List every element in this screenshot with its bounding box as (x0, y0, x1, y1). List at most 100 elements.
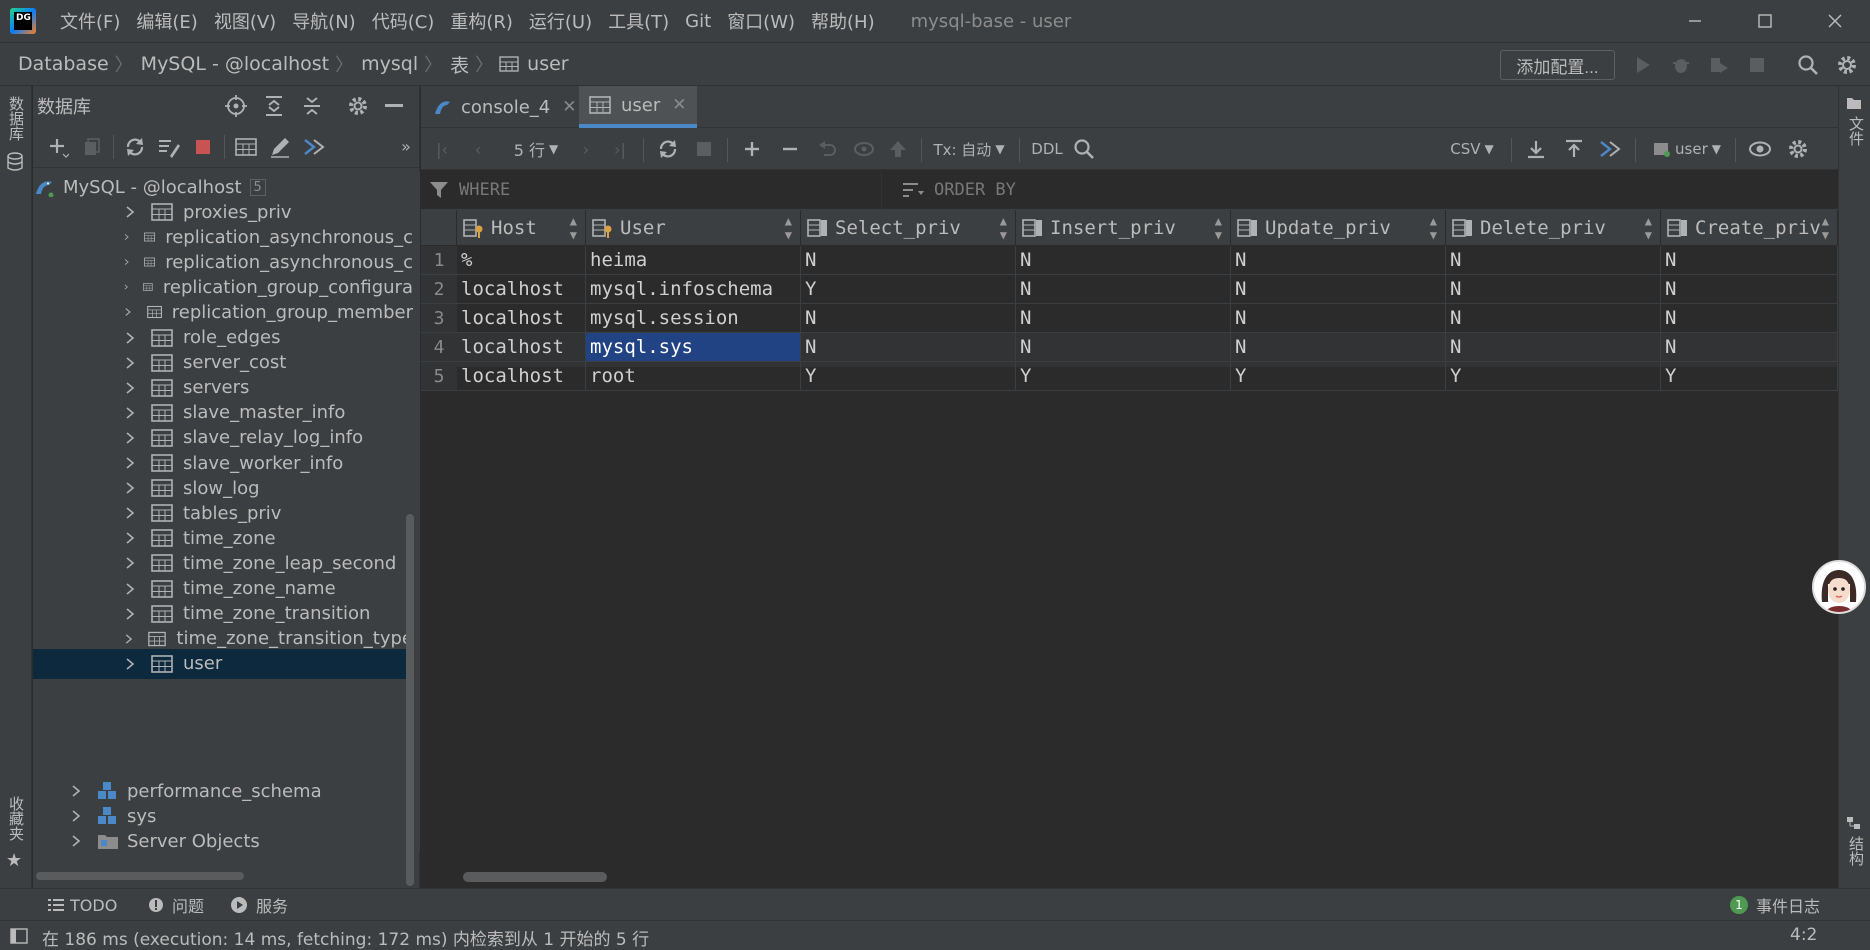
row-number[interactable]: 4 (421, 333, 457, 362)
grid-corner[interactable] (421, 210, 457, 246)
menu-edit[interactable]: 编辑(E) (128, 8, 205, 34)
more-icon[interactable]: » (389, 132, 423, 162)
previous-page-icon[interactable]: ‹ (465, 134, 491, 164)
table-cell[interactable]: N (1016, 304, 1231, 333)
refresh-icon[interactable] (118, 132, 152, 162)
next-page-icon[interactable]: › (573, 134, 599, 164)
database-tool-window-button[interactable]: 数据库 (6, 96, 27, 172)
stop-icon[interactable] (1744, 53, 1770, 77)
copy-icon[interactable] (75, 132, 109, 162)
services-tab[interactable]: 服务 (230, 893, 288, 917)
table-cell[interactable]: N (1661, 333, 1838, 362)
menu-window[interactable]: 窗口(W) (719, 8, 803, 34)
settings-gear-icon[interactable] (1834, 53, 1860, 77)
menu-refactor[interactable]: 重构(R) (442, 8, 521, 34)
column-header[interactable]: User ▲ ▼ (586, 210, 801, 246)
tree-horizontal-scrollbar[interactable] (36, 872, 244, 880)
favorites-tool-window-button[interactable]: 收藏夹 ★ (6, 796, 27, 871)
menu-navigate[interactable]: 导航(N) (284, 8, 364, 34)
close-tab-icon[interactable]: ✕ (672, 95, 686, 115)
column-header[interactable]: Insert_priv ▲ ▼ (1016, 210, 1231, 246)
assistant-avatar[interactable] (1812, 560, 1866, 614)
session-dropdown[interactable]: user ▼ (1645, 134, 1729, 164)
page-size-dropdown[interactable]: 5 行 ▼ (503, 134, 569, 164)
todo-tab[interactable]: TODO (48, 893, 117, 917)
breadcrumb-schema[interactable]: mysql (353, 53, 424, 75)
add-configuration-button[interactable]: 添加配置... (1500, 50, 1615, 80)
maximize-button[interactable] (1730, 0, 1800, 42)
table-cell[interactable]: N (801, 246, 1016, 275)
column-header[interactable]: Delete_priv ▲ ▼ (1446, 210, 1661, 246)
table-cell[interactable]: N (801, 333, 1016, 362)
run-icon[interactable] (1630, 53, 1656, 77)
column-header[interactable]: Update_priv ▲ ▼ (1231, 210, 1446, 246)
table-cell[interactable]: Y (1661, 362, 1838, 391)
table-cell[interactable]: localhost (457, 333, 586, 362)
table-icon[interactable] (229, 132, 263, 162)
files-tool-window-button[interactable]: 文件 (1846, 96, 1867, 151)
table-cell[interactable]: N (1446, 333, 1661, 362)
coverage-icon[interactable] (1706, 53, 1732, 77)
breadcrumb-database[interactable]: Database (0, 53, 115, 75)
table-cell[interactable]: Y (1231, 362, 1446, 391)
breadcrumb-table[interactable]: user (519, 53, 574, 75)
download-icon[interactable] (1521, 134, 1551, 164)
row-number[interactable]: 2 (421, 275, 457, 304)
first-page-icon[interactable]: |‹ (429, 134, 455, 164)
expand-all-icon[interactable] (257, 91, 291, 121)
preview-pending-icon[interactable] (849, 134, 879, 164)
sort-arrows-icon[interactable]: ▲ ▼ (1430, 214, 1437, 242)
last-page-icon[interactable]: ›| (607, 134, 633, 164)
schema-settings-icon[interactable] (152, 132, 186, 162)
table-cell[interactable]: Y (801, 275, 1016, 304)
table-cell[interactable]: localhost (457, 362, 586, 391)
eye-icon[interactable] (1745, 134, 1775, 164)
sort-arrows-icon[interactable]: ▲ ▼ (570, 214, 577, 242)
close-window-button[interactable] (1800, 0, 1870, 42)
revert-icon[interactable] (813, 134, 843, 164)
ddl-button[interactable]: DDL (1029, 134, 1065, 164)
close-tab-icon[interactable]: ✕ (562, 97, 576, 117)
table-cell[interactable]: N (1661, 246, 1838, 275)
breadcrumb-datasource[interactable]: MySQL - @localhost (133, 53, 335, 75)
panel-toggle-icon[interactable] (10, 928, 28, 944)
table-cell[interactable]: N (1231, 246, 1446, 275)
compare-icon[interactable] (1595, 134, 1625, 164)
table-cell[interactable]: N (1446, 304, 1661, 333)
column-header[interactable]: Create_priv ▲ ▼ (1661, 210, 1838, 246)
stop-icon[interactable] (186, 132, 220, 162)
table-cell[interactable]: N (801, 304, 1016, 333)
table-cell[interactable]: N (1446, 275, 1661, 304)
table-cell[interactable]: mysql.session (586, 304, 801, 333)
search-icon[interactable] (1069, 134, 1099, 164)
add-icon[interactable] (41, 132, 75, 162)
stop-icon[interactable] (689, 134, 719, 164)
table-cell[interactable]: Y (1446, 362, 1661, 391)
sort-arrows-icon[interactable]: ▲ ▼ (1000, 214, 1007, 242)
locate-icon[interactable] (219, 91, 253, 121)
problems-tab[interactable]: 问题 (148, 893, 204, 917)
table-cell[interactable]: % (457, 246, 586, 275)
sort-arrows-icon[interactable]: ▲ ▼ (785, 214, 792, 242)
table-cell[interactable]: N (1231, 275, 1446, 304)
tree-node-server-objects[interactable]: Server Objects (33, 826, 413, 852)
grid-horizontal-scrollbar[interactable] (463, 872, 607, 882)
menu-run[interactable]: 运行(U) (521, 8, 600, 34)
menu-code[interactable]: 代码(C) (364, 8, 443, 34)
sort-arrows-icon[interactable]: ▲ ▼ (1822, 214, 1829, 242)
menu-tools[interactable]: 工具(T) (600, 8, 677, 34)
gear-icon[interactable] (1783, 134, 1813, 164)
jump-to-console-icon[interactable] (297, 132, 331, 162)
table-cell[interactable]: N (1231, 333, 1446, 362)
gear-icon[interactable] (341, 91, 375, 121)
hide-panel-icon[interactable] (377, 91, 411, 121)
refresh-icon[interactable] (653, 134, 683, 164)
row-number[interactable]: 5 (421, 362, 457, 391)
table-cell[interactable]: N (1446, 246, 1661, 275)
table-cell[interactable]: Y (801, 362, 1016, 391)
table-cell[interactable]: N (1016, 333, 1231, 362)
row-number[interactable]: 3 (421, 304, 457, 333)
delete-row-icon[interactable] (775, 134, 805, 164)
edit-icon[interactable] (263, 132, 297, 162)
table-cell[interactable]: Y (1016, 362, 1231, 391)
